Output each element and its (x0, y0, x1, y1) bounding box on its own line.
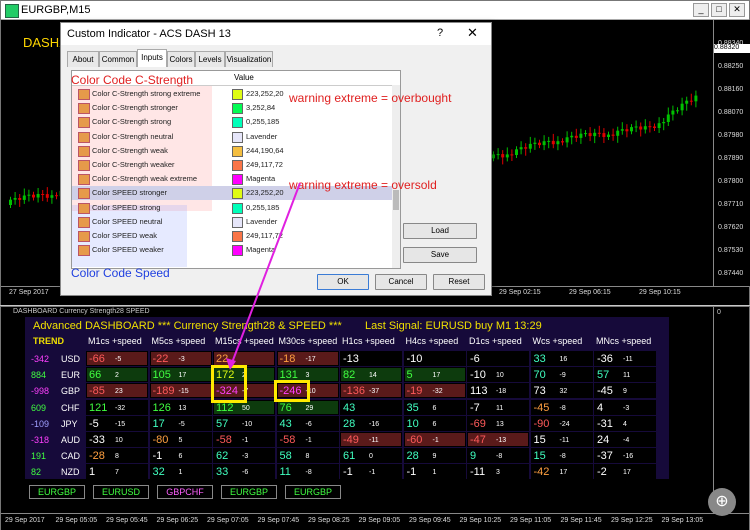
zoom-in-icon[interactable]: ⊕ (708, 488, 736, 516)
arrow-overbought (229, 182, 301, 369)
annotation-arrows (226, 182, 301, 370)
arrow-head (226, 358, 236, 370)
